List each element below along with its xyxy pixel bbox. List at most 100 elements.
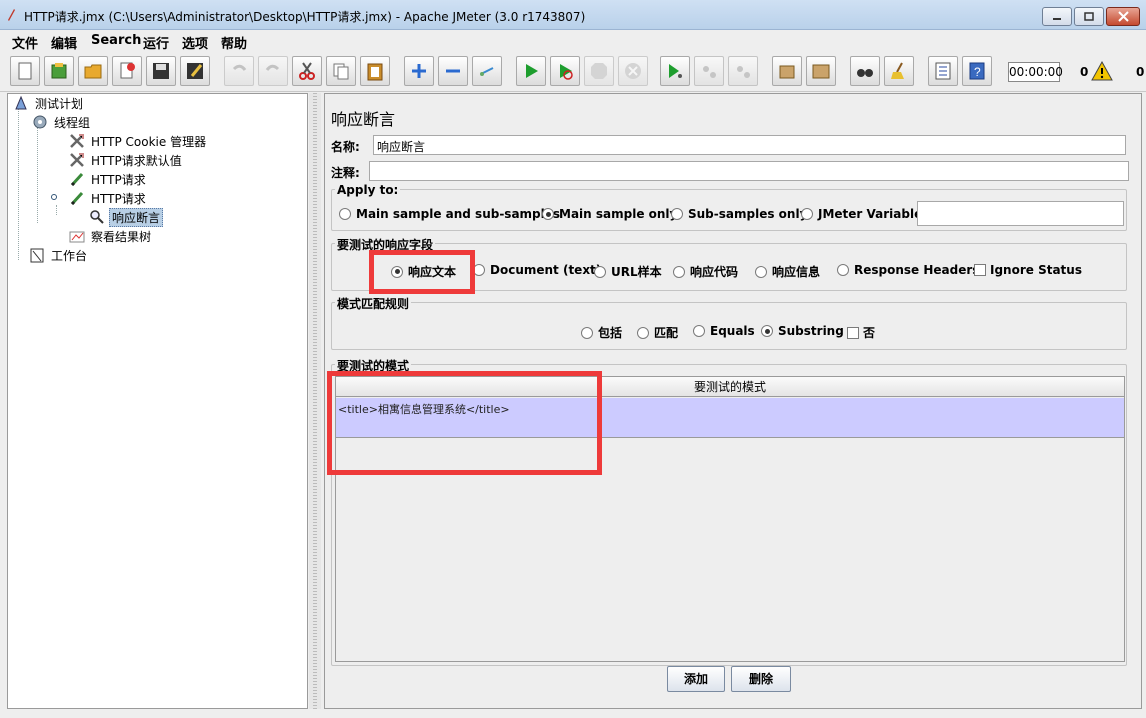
shutdown-button[interactable] <box>618 56 648 86</box>
radio-response-text[interactable]: 响应文本 <box>391 263 456 280</box>
checkbox-box <box>974 264 986 276</box>
not-checkbox[interactable]: 否 <box>847 324 875 341</box>
open-button[interactable] <box>78 56 108 86</box>
svg-text:?: ? <box>974 65 981 79</box>
jmeter-variable-field[interactable] <box>917 201 1124 226</box>
magnifier-icon <box>88 209 106 225</box>
radio-equals[interactable]: Equals <box>693 324 755 338</box>
radio-jmeter-variable[interactable]: JMeter Variable <box>801 207 922 221</box>
tools-icon <box>68 152 86 168</box>
expand-toggle-icon[interactable] <box>50 191 68 206</box>
radio-document-text[interactable]: Document (text) <box>473 263 601 277</box>
ignore-status-checkbox[interactable]: Ignore Status <box>974 263 1082 277</box>
copy-button[interactable] <box>326 56 356 86</box>
cut-button[interactable] <box>292 56 322 86</box>
stop-icon <box>591 63 607 79</box>
radio-response-message[interactable]: 响应信息 <box>755 263 820 280</box>
tree-item-http-defaults[interactable]: HTTP请求默认值 <box>68 151 184 169</box>
test-plan-tree: 测试计划 线程组 HTTP Cookie 管理器 HTTP请求默认值 HTTP请… <box>7 93 308 709</box>
undo-button[interactable] <box>224 56 254 86</box>
table-row[interactable]: <title>相寓信息管理系统</title> <box>336 398 1124 438</box>
help-question-icon: ? <box>969 62 985 80</box>
new-button[interactable] <box>10 56 40 86</box>
menu-options[interactable]: 选项 <box>182 33 208 52</box>
radio-matches[interactable]: 匹配 <box>637 324 678 341</box>
tree-label: HTTP请求默认值 <box>91 153 182 168</box>
menu-help[interactable]: 帮助 <box>221 33 247 52</box>
clear-all-broom-icon <box>812 64 830 79</box>
copy-icon <box>333 63 349 80</box>
tree-label: 工作台 <box>51 248 88 263</box>
templates-button[interactable] <box>44 56 74 86</box>
expand-all-button[interactable] <box>404 56 434 86</box>
help-button[interactable]: ? <box>962 56 992 86</box>
function-list-icon <box>935 62 951 80</box>
add-button[interactable]: 添加 <box>667 666 725 692</box>
radio-contains[interactable]: 包括 <box>581 324 622 341</box>
function-helper-button[interactable] <box>928 56 958 86</box>
tree-item-thread-group[interactable]: 线程组 <box>31 113 92 131</box>
menu-run[interactable]: 运行 <box>143 33 169 52</box>
menu-edit[interactable]: 编辑 <box>51 33 77 52</box>
radio-main-and-sub[interactable]: Main sample and sub-samples <box>339 207 560 221</box>
collapse-all-button[interactable] <box>438 56 468 86</box>
minus-icon <box>446 69 460 73</box>
tree-item-http-request-2[interactable]: HTTP请求 <box>50 189 148 207</box>
menu-file[interactable]: 文件 <box>12 33 38 52</box>
remote-start-button[interactable] <box>660 56 690 86</box>
start-button[interactable] <box>516 56 546 86</box>
minimize-button[interactable] <box>1042 7 1072 26</box>
remote-exit-button[interactable] <box>728 56 758 86</box>
stop-button[interactable] <box>584 56 614 86</box>
tree-item-cookie-manager[interactable]: HTTP Cookie 管理器 <box>68 132 208 150</box>
tree-item-view-results-tree[interactable]: 察看结果树 <box>68 227 153 245</box>
save-button[interactable] <box>146 56 176 86</box>
comment-label: 注释: <box>331 166 360 180</box>
listener-graph-icon <box>68 228 86 244</box>
patterns-column-header[interactable]: 要测试的模式 <box>336 377 1124 397</box>
remote-stop-button[interactable] <box>694 56 724 86</box>
close-file-button[interactable] <box>112 56 142 86</box>
radio-response-headers[interactable]: Response Headers <box>837 263 979 277</box>
start-no-pause-button[interactable] <box>550 56 580 86</box>
thread-group-gear-icon <box>31 114 49 130</box>
toolbar: ? 00:00:00 0 0 <box>0 52 1146 92</box>
plus-icon <box>412 64 426 78</box>
radio-dot <box>391 265 403 278</box>
name-field[interactable]: 响应断言 <box>373 135 1126 155</box>
active-threads-count: 0 <box>1136 65 1145 79</box>
binoculars-icon <box>857 69 873 77</box>
radio-response-code[interactable]: 响应代码 <box>673 263 738 280</box>
toggle-button[interactable] <box>472 56 502 86</box>
tree-item-test-plan[interactable]: 测试计划 <box>12 94 85 112</box>
tree-item-workbench[interactable]: 工作台 <box>28 246 89 264</box>
warning-icon[interactable] <box>1091 61 1113 81</box>
radio-main-only[interactable]: Main sample only <box>542 207 677 221</box>
remote-start-icon <box>669 64 682 78</box>
tree-item-http-request-1[interactable]: HTTP请求 <box>68 170 148 188</box>
save-as-button[interactable] <box>180 56 210 86</box>
close-button[interactable] <box>1106 7 1140 26</box>
search-button[interactable] <box>850 56 880 86</box>
menu-bar: 文件 编辑 Search 运行 选项 帮助 <box>0 30 1146 52</box>
close-icon <box>1117 11 1129 22</box>
clear-all-button[interactable] <box>806 56 836 86</box>
reset-search-button[interactable] <box>884 56 914 86</box>
redo-button[interactable] <box>258 56 288 86</box>
radio-substring[interactable]: Substring <box>761 324 844 338</box>
toggle-wand-icon <box>480 67 494 76</box>
comment-field[interactable] <box>369 161 1129 181</box>
menu-search[interactable]: Search <box>91 33 141 48</box>
paste-button[interactable] <box>360 56 390 86</box>
tools-icon <box>68 133 86 149</box>
radio-sub-only[interactable]: Sub-samples only <box>671 207 807 221</box>
delete-button[interactable]: 删除 <box>731 666 791 692</box>
tree-label: HTTP Cookie 管理器 <box>91 134 207 149</box>
templates-icon <box>51 63 67 79</box>
radio-url-sample[interactable]: URL样本 <box>594 263 662 280</box>
panel-splitter[interactable] <box>309 93 321 709</box>
radio-dot <box>542 208 554 220</box>
clear-button[interactable] <box>772 56 802 86</box>
tree-item-response-assertion[interactable]: 响应断言 <box>88 207 164 227</box>
maximize-button[interactable] <box>1074 7 1104 26</box>
